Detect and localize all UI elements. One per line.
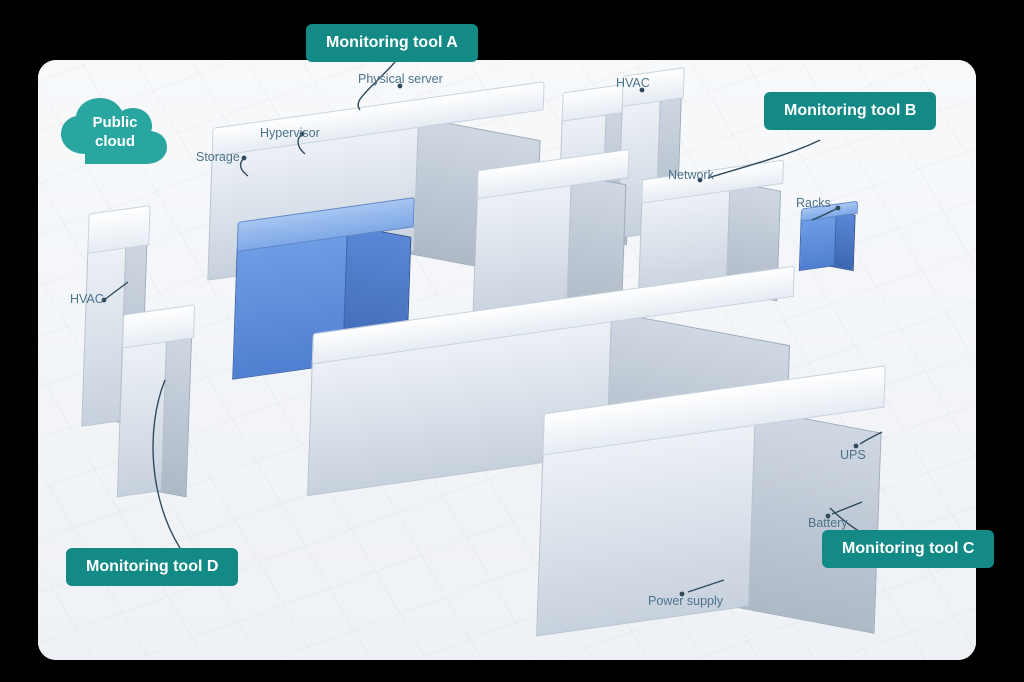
public-cloud: Public cloud <box>55 96 175 174</box>
label-network: Network <box>668 168 714 182</box>
cloud-label-2: cloud <box>95 133 135 150</box>
hvac-left-strip-2 <box>117 305 193 496</box>
label-hypervisor: Hypervisor <box>260 126 320 140</box>
cloud-label-1: Public <box>55 96 175 133</box>
tag-monitoring-b: Monitoring tool B <box>764 92 936 130</box>
label-racks: Racks <box>796 196 831 210</box>
label-hvac-left: HVAC <box>70 292 104 306</box>
tag-monitoring-a: Monitoring tool A <box>306 24 478 62</box>
label-hvac-top: HVAC <box>616 76 650 90</box>
tag-monitoring-c: Monitoring tool C <box>822 530 994 568</box>
label-battery: Battery <box>808 516 848 530</box>
blue-small-rack <box>799 201 856 269</box>
label-power-supply: Power supply <box>648 594 723 608</box>
label-ups: UPS <box>840 448 866 462</box>
label-storage: Storage <box>196 150 240 164</box>
label-physical-server: Physical server <box>358 72 443 86</box>
tag-monitoring-d: Monitoring tool D <box>66 548 238 586</box>
